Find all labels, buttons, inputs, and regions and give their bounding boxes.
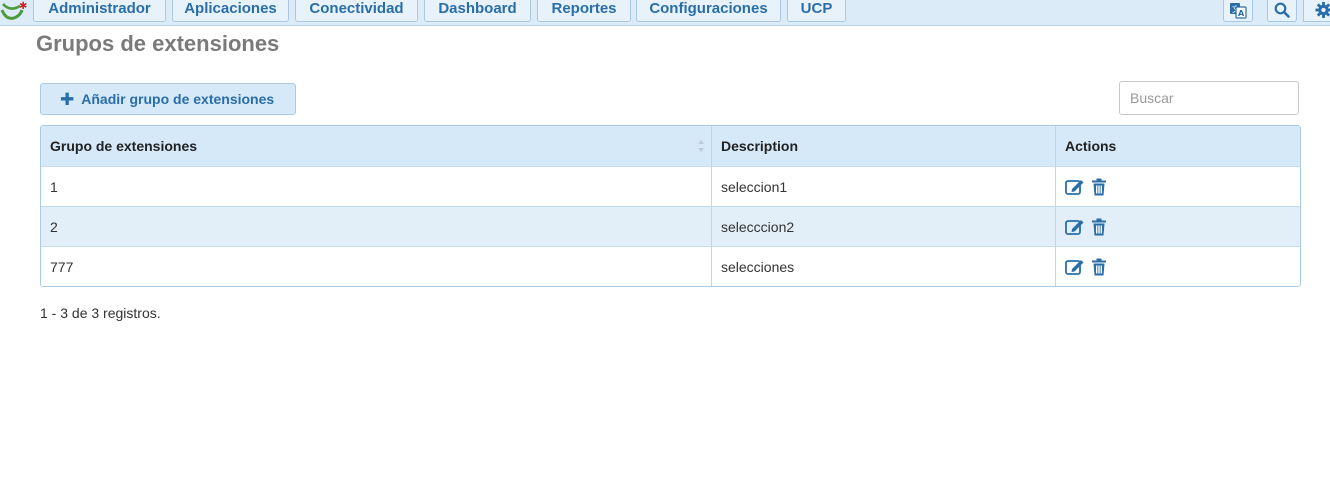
actions-cell — [1056, 206, 1300, 246]
translate-button[interactable]: 文 A — [1223, 0, 1253, 22]
nav-conectividad[interactable]: Conectividad — [295, 0, 418, 22]
edit-icon[interactable] — [1065, 178, 1085, 196]
nav-configuraciones[interactable]: Configuraciones — [636, 0, 781, 22]
translate-icon: 文 A — [1230, 2, 1247, 19]
edit-icon[interactable] — [1065, 218, 1085, 236]
nav-reportes[interactable]: Reportes — [537, 0, 631, 22]
search-input[interactable] — [1119, 81, 1299, 115]
edit-icon[interactable] — [1065, 258, 1085, 276]
trash-icon[interactable] — [1091, 178, 1107, 196]
pagination-info: 1 - 3 de 3 registros. — [40, 305, 161, 321]
settings-button[interactable] — [1303, 0, 1330, 22]
nav-dashboard[interactable]: Dashboard — [424, 0, 531, 22]
table-row: 777 selecciones — [41, 246, 1300, 286]
extension-groups-table: Grupo de extensiones Description Actions… — [40, 125, 1301, 287]
group-cell: 2 — [41, 206, 712, 246]
actions-cell — [1056, 166, 1300, 206]
logo-icon: ✱ — [0, 1, 27, 20]
actions-cell — [1056, 246, 1300, 286]
add-button-label: Añadir grupo de extensiones — [81, 91, 275, 107]
nav-administrador[interactable]: Administrador — [33, 0, 166, 22]
column-header-group-label: Grupo de extensiones — [50, 138, 198, 154]
nav-aplicaciones[interactable]: Aplicaciones — [172, 0, 289, 22]
top-nav-bar: ✱ Administrador Aplicaciones Conectivida… — [0, 0, 1330, 26]
trash-icon[interactable] — [1091, 218, 1107, 236]
nav-ucp[interactable]: UCP — [787, 0, 846, 22]
trash-icon[interactable] — [1091, 258, 1107, 276]
sort-icon — [698, 140, 704, 152]
table-row: 2 selecccion2 — [41, 206, 1300, 246]
column-header-group[interactable]: Grupo de extensiones — [41, 126, 712, 166]
column-header-actions: Actions — [1056, 126, 1300, 166]
gear-icon — [1315, 1, 1330, 18]
search-icon — [1274, 2, 1290, 18]
table-header-row: Grupo de extensiones Description Actions — [41, 126, 1300, 166]
plus-icon: ✚ — [60, 89, 75, 109]
global-search-button[interactable] — [1267, 0, 1297, 22]
column-header-description[interactable]: Description — [712, 126, 1056, 166]
description-cell: selecccion2 — [712, 206, 1056, 246]
svg-text:A: A — [1238, 9, 1245, 18]
description-cell: seleccion1 — [712, 166, 1056, 206]
add-extension-group-button[interactable]: ✚ Añadir grupo de extensiones — [40, 83, 296, 115]
page-title: Grupos de extensiones — [36, 31, 280, 56]
table-row: 1 seleccion1 — [41, 166, 1300, 206]
description-cell: selecciones — [712, 246, 1056, 286]
group-cell: 777 — [41, 246, 712, 286]
group-cell: 1 — [41, 166, 712, 206]
svg-text:✱: ✱ — [19, 1, 27, 12]
